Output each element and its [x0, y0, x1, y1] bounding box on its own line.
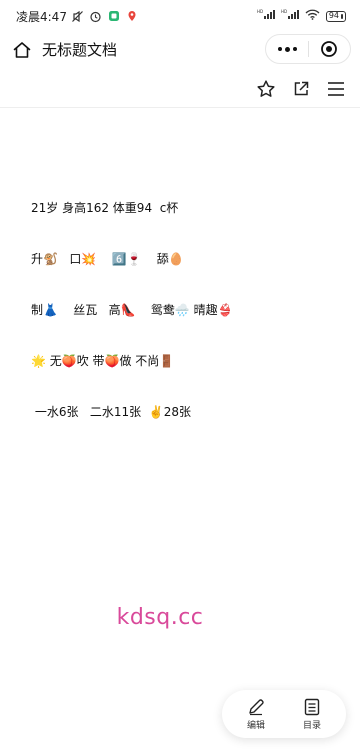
- location-icon: [125, 9, 139, 23]
- more-dots-icon: [277, 47, 282, 51]
- menu-icon: [328, 82, 344, 96]
- more-button[interactable]: [266, 34, 308, 64]
- status-left: 凌晨4:47: [16, 8, 139, 25]
- pencil-icon: [249, 698, 264, 715]
- doc-line: 升🐒 口💥 6️⃣🍷 舔🥚: [31, 252, 184, 266]
- title-bar: 无标题文档: [0, 32, 360, 70]
- star-icon: [257, 80, 275, 97]
- wifi-icon: [305, 9, 320, 23]
- doc-line: 🌟 无🍑吹 带🍑做 不尚🚪: [31, 354, 175, 368]
- edit-label: 编辑: [246, 720, 265, 731]
- status-bar: 凌晨4:47 HD HD 94: [0, 0, 360, 32]
- share-external-icon: [294, 81, 309, 96]
- bottom-action-bar: 编辑 目录: [222, 690, 346, 738]
- edit-button[interactable]: 编辑: [230, 692, 282, 736]
- svg-text:HD: HD: [257, 9, 263, 14]
- document-body: 21岁 身高162 体重94 c杯 升🐒 口💥 6️⃣🍷 舔🥚 制👗 丝瓦 高👠…: [31, 166, 331, 438]
- alarm-icon: [89, 9, 103, 23]
- doc-line: 21岁 身高162 体重94 c杯: [31, 201, 179, 215]
- status-time: 凌晨4:47: [16, 9, 67, 24]
- target-close-icon: [321, 41, 338, 57]
- menu-button[interactable]: [324, 77, 348, 101]
- doc-line: 一水6张 二水11张 ✌️28张: [31, 405, 192, 419]
- close-button[interactable]: [309, 34, 350, 64]
- signal-1-icon: HD: [257, 9, 275, 23]
- toc-label: 目录: [302, 720, 321, 731]
- battery-indicator: 94: [325, 10, 346, 22]
- doc-line: 制👗 丝瓦 高👠 鸳鸯🌧️ 晴趣👙: [31, 303, 233, 317]
- share-button[interactable]: [289, 77, 313, 101]
- mini-program-capsule: [265, 34, 351, 64]
- app-notification-icon: [107, 9, 121, 23]
- svg-text:HD: HD: [281, 9, 287, 14]
- toc-button[interactable]: 目录: [286, 692, 338, 736]
- watermark-text: kdsq.cc: [116, 605, 204, 630]
- home-button[interactable]: [10, 38, 34, 62]
- signal-2-icon: HD: [281, 9, 299, 23]
- list-icon: [304, 698, 320, 715]
- document-toolbar: [0, 70, 360, 108]
- mute-icon: [71, 9, 85, 23]
- favorite-button[interactable]: [254, 77, 278, 101]
- home-icon: [13, 42, 31, 58]
- status-right: HD HD 94: [257, 9, 346, 23]
- page-title: 无标题文档: [42, 41, 118, 59]
